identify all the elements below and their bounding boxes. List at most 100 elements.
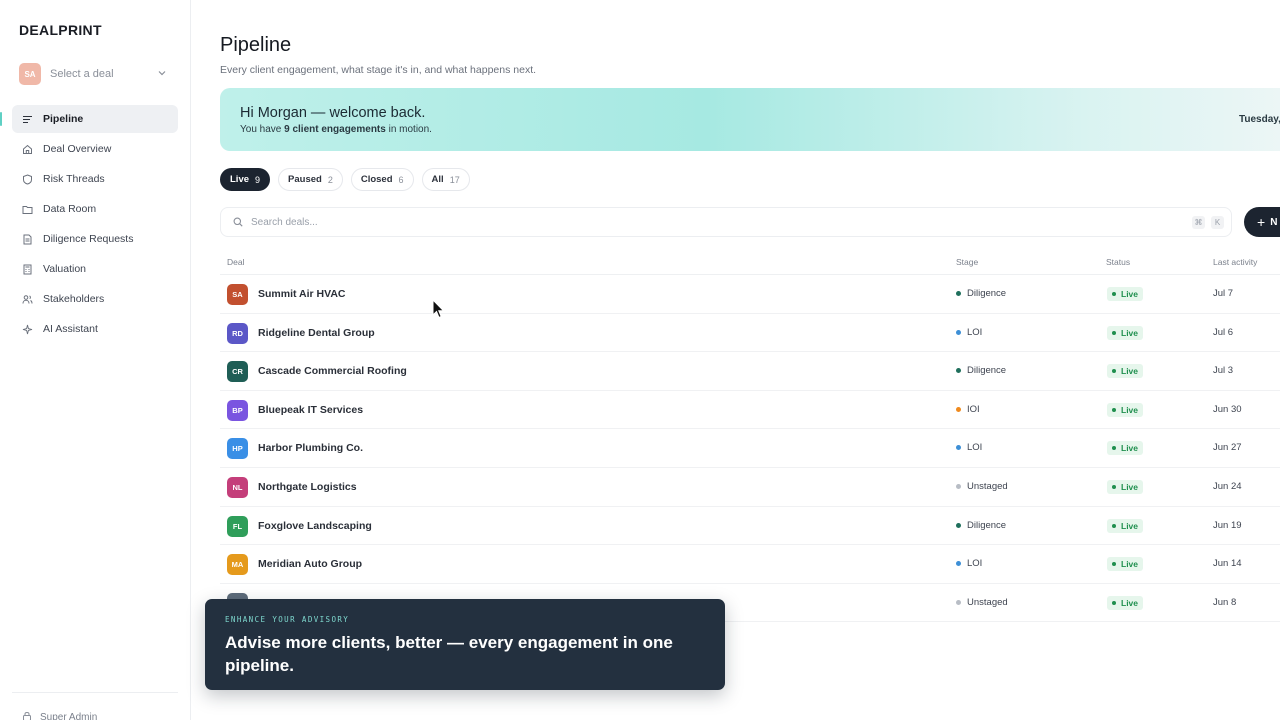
sidebar-item-label: Pipeline: [43, 113, 84, 125]
status-badge: Live: [1107, 479, 1144, 494]
stage-dot-icon: [956, 599, 961, 605]
stage-label: LOI: [967, 326, 983, 338]
deal-selector[interactable]: SA Select a deal: [19, 61, 171, 87]
welcome-greeting: Hi Morgan — welcome back.: [240, 105, 426, 121]
last-activity: Jul 3: [1213, 365, 1234, 377]
deal-stage: LOI: [956, 327, 982, 338]
stage-dot-icon: [956, 368, 961, 374]
tab-live[interactable]: Live 9: [220, 168, 271, 191]
deal-name: Bluepeak IT Services: [258, 403, 364, 416]
deal-avatar: SA: [227, 284, 248, 305]
sidebar-item-diligence-requests[interactable]: Diligence Requests: [12, 225, 178, 253]
status-badge: Live: [1107, 402, 1144, 417]
deal-stage: Unstaged: [956, 597, 1008, 608]
table-header: Deal Stage Status Last activity: [220, 248, 1280, 275]
status-label: Live: [1121, 597, 1139, 608]
stage-label: Unstaged: [967, 480, 1008, 492]
deals-table: Deal Stage Status Last activity SA Summit…: [220, 248, 1280, 623]
deal-name: Summit Air HVAC: [258, 288, 346, 300]
sidebar-item-data-room[interactable]: Data Room: [12, 195, 178, 223]
last-activity: Jul 6: [1213, 326, 1234, 338]
table-row[interactable]: CR Cascade Commercial Roofing Diligence Liv…: [220, 352, 1280, 391]
status-badge: Live: [1107, 287, 1144, 301]
deal-avatar: RD: [227, 322, 248, 344]
summary-suffix: in motion.: [385, 124, 432, 135]
user-role[interactable]: Super Admin: [12, 692, 178, 720]
table-row[interactable]: NL Northgate Logistics Unstaged Live Jun 24: [220, 468, 1280, 507]
promo-card: ENHANCE YOUR ADVISORY Advise more client…: [205, 599, 725, 690]
deal-stage: IOI: [956, 404, 980, 415]
status-dot-icon: [1112, 330, 1116, 335]
last-activity: Jun 8: [1213, 596, 1237, 608]
summary-count: 9 client engagements: [284, 124, 386, 135]
tab-all[interactable]: All 17: [421, 168, 470, 191]
deal-stage: Diligence: [956, 520, 1006, 531]
sidebar-item-stakeholders[interactable]: Stakeholders: [12, 285, 178, 313]
filter-tabs: Live 9 Paused 2 Closed 6 All 17: [220, 168, 478, 191]
status-badge: Live: [1107, 595, 1144, 610]
sparkle-icon: [22, 324, 33, 335]
search-input[interactable]: [251, 216, 1151, 228]
deal-avatar: HP: [227, 438, 248, 460]
tab-count: 9: [255, 174, 261, 185]
users-icon: [22, 294, 33, 305]
tab-count: 17: [449, 174, 460, 185]
new-deal-button[interactable]: + N: [1244, 207, 1280, 237]
table-row[interactable]: HP Harbor Plumbing Co. LOI Live Jun 27: [220, 429, 1280, 468]
sidebar-item-label: Valuation: [43, 263, 87, 275]
sidebar-item-risk-threads[interactable]: Risk Threads: [12, 165, 178, 193]
table-row[interactable]: MA Meridian Auto Group LOI Live Jun 14: [220, 545, 1280, 584]
status-badge: Live: [1107, 325, 1144, 340]
stage-label: IOI: [967, 403, 980, 415]
deal-selector-label: Select a deal: [50, 68, 114, 80]
welcome-summary: You have 9 client engagements in motion.: [240, 124, 432, 135]
plus-icon: +: [1257, 214, 1266, 230]
sidebar-item-label: AI Assistant: [43, 323, 98, 335]
sidebar-item-valuation[interactable]: Valuation: [12, 255, 178, 283]
status-dot-icon: [1112, 523, 1116, 528]
tab-closed[interactable]: Closed 6: [350, 168, 414, 191]
search-icon: [233, 217, 243, 227]
sidebar-item-label: Diligence Requests: [43, 233, 134, 245]
sidebar-item-label: Data Room: [43, 203, 97, 215]
column-status: Status: [1106, 257, 1131, 267]
table-row[interactable]: SA Summit Air HVAC Diligence Live Jul 7: [220, 275, 1280, 314]
document-icon: [22, 234, 33, 245]
last-activity: Jun 19: [1213, 519, 1242, 531]
status-label: Live: [1121, 404, 1139, 415]
status-dot-icon: [1112, 562, 1116, 567]
stage-label: LOI: [967, 442, 983, 454]
tab-paused[interactable]: Paused 2: [278, 168, 343, 191]
deal-name: Ridgeline Dental Group: [258, 326, 375, 339]
deal-stage: LOI: [956, 558, 982, 569]
table-row[interactable]: FL Foxglove Landscaping Diligence Live Jun 1…: [220, 507, 1280, 546]
status-dot-icon: [1112, 292, 1116, 296]
status-label: Live: [1121, 520, 1139, 531]
column-stage: Stage: [956, 257, 979, 267]
sidebar-item-label: Risk Threads: [43, 173, 105, 185]
status-label: Live: [1121, 481, 1139, 492]
last-activity: Jun 24: [1213, 480, 1242, 492]
deal-stage: Unstaged: [956, 481, 1008, 492]
status-badge: Live: [1107, 364, 1144, 379]
table-row[interactable]: BP Bluepeak IT Services IOI Live Jun 30: [220, 391, 1280, 430]
table-row[interactable]: RD Ridgeline Dental Group LOI Live Jul 6: [220, 314, 1280, 353]
sidebar-item-ai-assistant[interactable]: AI Assistant: [12, 315, 178, 343]
stage-dot-icon: [956, 406, 961, 412]
stage-dot-icon: [956, 561, 961, 567]
sidebar-item-deal-overview[interactable]: Deal Overview: [12, 135, 178, 163]
tab-count: 6: [398, 174, 404, 185]
chevron-down-icon: [158, 71, 166, 76]
sidebar-item-pipeline[interactable]: Pipeline: [0, 105, 178, 133]
deal-avatar: CR: [227, 361, 248, 383]
promo-kicker: ENHANCE YOUR ADVISORY: [225, 615, 350, 624]
status-label: Live: [1121, 289, 1139, 299]
tab-count: 2: [327, 174, 333, 185]
stage-label: Unstaged: [967, 596, 1008, 608]
last-activity: Jul 7: [1213, 288, 1234, 299]
deal-avatar: FL: [227, 515, 248, 537]
page-subtitle: Every client engagement, what stage it's…: [220, 64, 537, 76]
brand-logo: DEALPRINT: [19, 22, 102, 38]
new-deal-label: N: [1270, 216, 1278, 228]
status-label: Live: [1121, 443, 1139, 454]
